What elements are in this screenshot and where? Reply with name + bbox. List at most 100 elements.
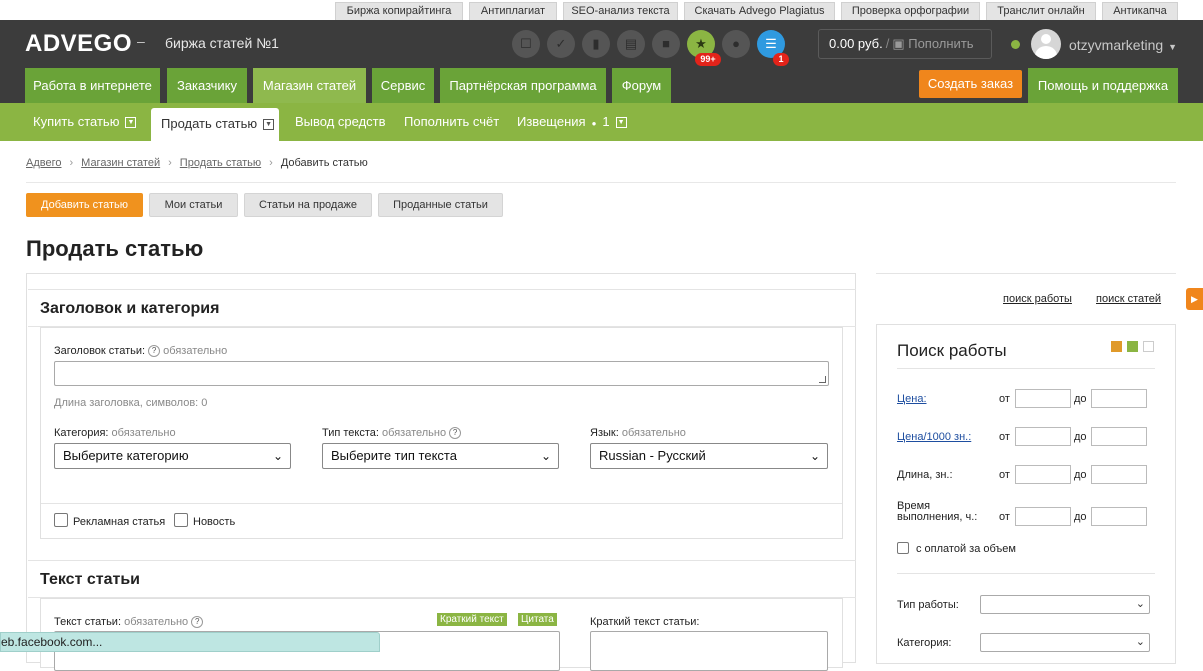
color-swatch-orange[interactable] xyxy=(1111,341,1122,352)
required-note: обязательно xyxy=(111,427,176,439)
toplink-translit[interactable]: Транслит онлайн xyxy=(986,2,1096,20)
work-type-select[interactable]: ⌄ xyxy=(980,595,1150,614)
cart-icon[interactable]: ▤ xyxy=(617,30,645,58)
text-type-select[interactable]: Выберите тип текста ⌄ xyxy=(322,443,559,469)
dropdown-icon[interactable]: ▼ xyxy=(615,117,627,129)
title-input[interactable] xyxy=(54,361,829,386)
title-label: Заголовок статьи: ? обязательно xyxy=(54,345,227,358)
to-label: до xyxy=(1074,511,1087,523)
tab-forum[interactable]: Форум xyxy=(612,68,671,103)
help-icon[interactable]: ? xyxy=(191,616,204,629)
folder-icon[interactable]: ■ xyxy=(652,30,680,58)
sold-button[interactable]: Проданные статьи xyxy=(378,193,503,217)
chevron-down-icon: ⌄ xyxy=(272,449,283,463)
toplink-plagiatus[interactable]: Скачать Advego Plagiatus xyxy=(684,2,835,20)
category-label: Категория: обязательно xyxy=(54,427,176,439)
subnav-buy[interactable]: Купить статью ▼ xyxy=(33,103,137,141)
short-text-input[interactable] xyxy=(590,631,828,671)
breadcrumb-advego[interactable]: Адвего xyxy=(26,157,61,169)
dropdown-icon[interactable]: ▼ xyxy=(263,119,275,131)
toplink-copywriting[interactable]: Биржа копирайтинга xyxy=(335,2,463,20)
resize-grip-icon[interactable] xyxy=(819,376,826,383)
divider xyxy=(897,368,1155,369)
chat-icon[interactable]: ● xyxy=(722,30,750,58)
subnav-sell-label: Продать статью xyxy=(161,116,258,131)
subnav-notices[interactable]: Извещения ● 1 ▼ xyxy=(517,103,627,141)
breadcrumb-sell[interactable]: Продать статью xyxy=(180,157,261,169)
toplink-antiplagiat[interactable]: Антиплагиат xyxy=(469,2,557,20)
search-work-link[interactable]: поиск работы xyxy=(1003,293,1072,305)
time-to-input[interactable] xyxy=(1091,507,1147,526)
toplink-anticaptcha[interactable]: Антикапча xyxy=(1102,2,1178,20)
article-form: Заголовок и категория Заголовок статьи: … xyxy=(26,273,856,671)
help-icon[interactable]: ? xyxy=(449,427,462,440)
category-select[interactable]: Выберите категорию ⌄ xyxy=(54,443,291,469)
chevron-down-icon: ⌄ xyxy=(1135,636,1145,648)
sub-nav: Купить статью ▼ Продать статью ▼ Вывод сре… xyxy=(0,103,1203,141)
length-from-input[interactable] xyxy=(1015,465,1071,484)
help-icon[interactable]: ? xyxy=(148,345,161,358)
logo[interactable]: ADVEGO xyxy=(25,30,132,58)
language-select[interactable]: Russian - Русский ⌄ xyxy=(590,443,828,469)
add-article-button[interactable]: Добавить статью xyxy=(26,193,143,217)
create-order-button[interactable]: Создать заказ xyxy=(919,70,1022,98)
color-swatch-white[interactable] xyxy=(1143,341,1154,352)
price-to-input[interactable] xyxy=(1091,389,1147,408)
document-icon[interactable]: ☐ xyxy=(512,30,540,58)
color-swatch-green[interactable] xyxy=(1127,341,1138,352)
price1000-to-input[interactable] xyxy=(1091,427,1147,446)
short-text-tag-button[interactable]: Краткий текст xyxy=(437,613,507,626)
tab-work-online[interactable]: Работа в интернете xyxy=(25,68,160,103)
page-icon[interactable]: ▮ xyxy=(582,30,610,58)
search-articles-link[interactable]: поиск статей xyxy=(1096,293,1161,305)
subnav-sell[interactable]: Продать статью ▼ xyxy=(151,108,279,141)
tab-customer[interactable]: Заказчику xyxy=(167,68,247,103)
from-label: от xyxy=(999,469,1010,481)
price-label[interactable]: Цена: xyxy=(897,393,927,405)
toplink-seo[interactable]: SEO-анализ текста xyxy=(563,2,678,20)
user-menu[interactable]: otzyvmarketing ▼ xyxy=(1069,37,1177,53)
volume-checkbox[interactable] xyxy=(897,542,909,554)
avatar[interactable] xyxy=(1031,29,1061,59)
on-sale-button[interactable]: Статьи на продаже xyxy=(244,193,372,217)
category-select[interactable]: ⌄ xyxy=(980,633,1150,652)
price1000-from-input[interactable] xyxy=(1015,427,1071,446)
title-category-panel: Заголовок статьи: ? обязательно Длина за… xyxy=(40,327,843,539)
category-label-text: Категория: xyxy=(54,427,109,439)
topup-label: Пополнить xyxy=(908,36,974,51)
time-from-input[interactable] xyxy=(1015,507,1071,526)
username: otzyvmarketing xyxy=(1069,37,1164,53)
dropdown-icon[interactable]: ▼ xyxy=(125,117,137,129)
breadcrumb-shop[interactable]: Магазин статей xyxy=(81,157,160,169)
price1000-label[interactable]: Цена/1000 зн.: xyxy=(897,431,971,443)
subnav-topup[interactable]: Пополнить счёт xyxy=(404,103,499,141)
side-panel-toggle-icon[interactable]: ▶ xyxy=(1186,288,1203,310)
my-articles-button[interactable]: Мои статьи xyxy=(149,193,238,217)
length-label: Длина, зн.: xyxy=(897,469,953,481)
tab-partner[interactable]: Партнёрская программа xyxy=(440,68,606,103)
quote-tag-button[interactable]: Цитата xyxy=(518,613,557,626)
ad-checkbox[interactable] xyxy=(54,513,68,527)
toplink-spelling[interactable]: Проверка орфографии xyxy=(841,2,980,20)
subnav-withdraw[interactable]: Вывод средств xyxy=(295,103,386,141)
required-note: обязательно xyxy=(382,427,447,439)
tab-service[interactable]: Сервис xyxy=(372,68,434,103)
topup-link[interactable]: ▣ Пополнить xyxy=(892,36,973,51)
text-label: Текст статьи: обязательно ? xyxy=(54,616,204,629)
from-label: от xyxy=(999,431,1010,443)
balance-box[interactable]: 0.00 руб. / ▣ Пополнить xyxy=(818,29,992,59)
breadcrumb-current: Добавить статью xyxy=(280,157,368,169)
tab-article-shop[interactable]: Магазин статей xyxy=(253,68,366,103)
notices-count: 1 xyxy=(602,114,610,129)
from-label: от xyxy=(999,393,1010,405)
tab-help[interactable]: Помощь и поддержка xyxy=(1028,68,1178,103)
check-icon[interactable]: ✓ xyxy=(547,30,575,58)
required-note: обязательно xyxy=(124,616,189,628)
text-type-value: Выберите тип текста xyxy=(331,448,457,463)
logo-dash: – xyxy=(137,33,145,49)
length-to-input[interactable] xyxy=(1091,465,1147,484)
lang-label-text: Язык: xyxy=(590,427,619,439)
news-checkbox[interactable] xyxy=(174,513,188,527)
to-label: до xyxy=(1074,393,1087,405)
price-from-input[interactable] xyxy=(1015,389,1071,408)
